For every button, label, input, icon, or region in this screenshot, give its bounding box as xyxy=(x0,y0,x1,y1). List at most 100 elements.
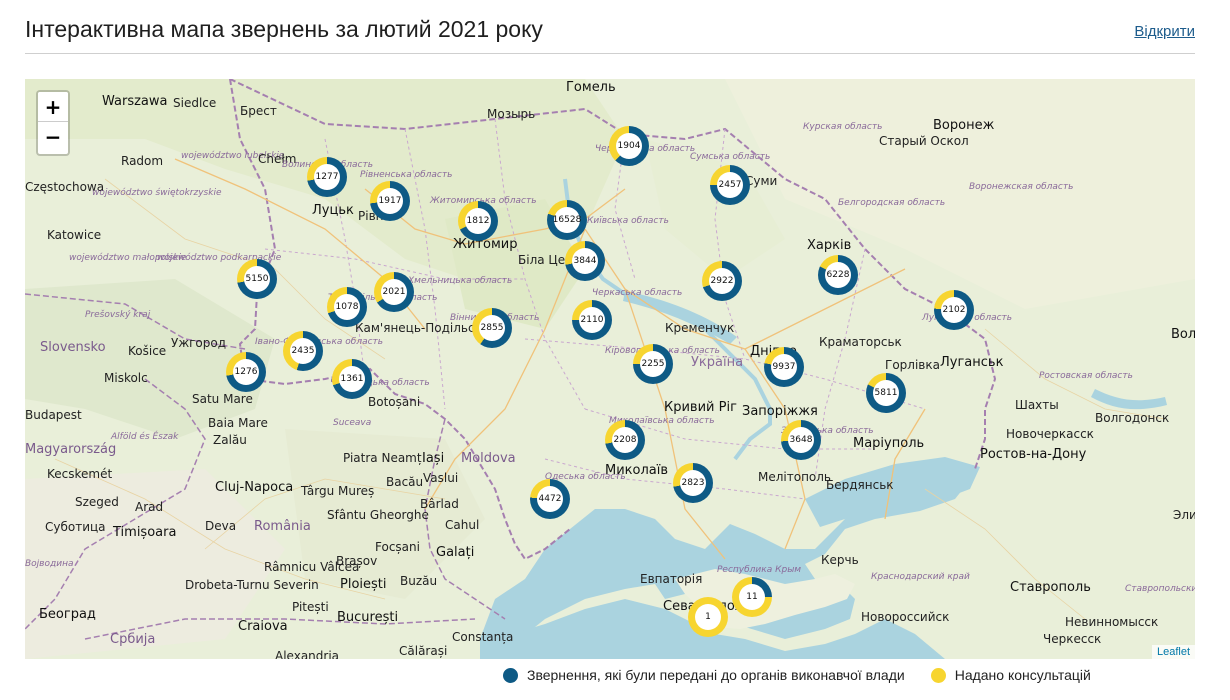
marker-value: 16528 xyxy=(552,215,582,225)
marker-kyivska[interactable]: 16528 xyxy=(547,200,587,240)
marker-donetska[interactable]: 5811 xyxy=(866,373,906,413)
label-satu-mare: Satu Mare xyxy=(192,392,253,406)
marker-sevastopol[interactable]: 1 xyxy=(688,597,728,637)
marker-zaporizka[interactable]: 3648 xyxy=(781,420,821,460)
label-gomel: Гомель xyxy=(566,80,616,95)
marker-cherkaska[interactable]: 2110 xyxy=(572,300,612,340)
marker-kharkivska[interactable]: 6228 xyxy=(818,255,858,295)
marker-luhanska[interactable]: 2102 xyxy=(934,290,974,330)
marker-kyiv-city[interactable]: 3844 xyxy=(565,241,605,281)
map[interactable]: + − Warszawa Siedlce Брест Гомель Мозырь… xyxy=(25,79,1195,659)
marker-khmelnytska[interactable]: 2021 xyxy=(374,272,414,312)
zoom-in-button[interactable]: + xyxy=(38,92,68,122)
label-piatra: Piatra Neamț xyxy=(343,451,422,465)
marker-value: 2021 xyxy=(382,287,406,297)
label-arad: Arad xyxy=(135,500,164,514)
label-siedlce: Siedlce xyxy=(173,96,217,110)
label-novocherkassk: Новочеркасск xyxy=(1006,427,1094,441)
label-brest: Брест xyxy=(240,104,277,118)
marker-sumska[interactable]: 2457 xyxy=(710,165,750,205)
label-constanta: Constanța xyxy=(452,630,514,644)
label-slovensko: Slovensko xyxy=(40,340,106,355)
label-vol: Вол xyxy=(1171,327,1195,342)
label-baia-mare: Baia Mare xyxy=(208,416,268,430)
label-volgodonsk: Волгодонск xyxy=(1095,411,1170,425)
label-kyivska-obl: Київська область xyxy=(587,216,669,226)
page-title: Інтерактивна мапа звернень за лютий 2021… xyxy=(25,16,543,42)
marker-lvivska[interactable]: 5150 xyxy=(237,259,277,299)
marker-dnipropetrovska[interactable]: 9937 xyxy=(764,347,804,387)
label-rostov-obl: Ростовская область xyxy=(1039,371,1133,381)
label-belgorod-obl: Белгородская область xyxy=(838,198,946,208)
marker-value: 9937 xyxy=(772,362,796,372)
label-melitopol: Мелітополь xyxy=(758,470,832,484)
marker-value: 2110 xyxy=(580,315,604,325)
marker-value: 2855 xyxy=(480,323,504,333)
marker-ivano-frankivska[interactable]: 2435 xyxy=(283,331,323,371)
marker-chernivetska[interactable]: 1361 xyxy=(332,359,372,399)
marker-value: 2255 xyxy=(641,359,665,369)
label-voronezh: Воронеж xyxy=(933,118,995,133)
marker-value: 1361 xyxy=(340,374,364,384)
label-miskolc: Miskolc xyxy=(104,371,148,385)
label-staryi-oskol: Старый Оскол xyxy=(879,134,969,148)
label-krasnodar-krai: Краснодарский край xyxy=(871,572,970,582)
label-swietokrzyskie: województwo świętokrzyskie xyxy=(92,188,222,198)
marker-mykolaivska[interactable]: 2208 xyxy=(605,420,645,460)
label-nevinnomyssk: Невинномысск xyxy=(1065,615,1159,629)
marker-poltavska[interactable]: 2922 xyxy=(702,261,742,301)
marker-value: 2208 xyxy=(613,435,637,445)
marker-value: 1276 xyxy=(234,367,258,377)
label-horlivka: Горлівка xyxy=(885,358,940,372)
zoom-control: + − xyxy=(36,90,70,156)
marker-value: 3844 xyxy=(573,256,597,266)
label-sumy-obl: Сумська область xyxy=(690,152,771,162)
marker-value: 5150 xyxy=(245,274,269,284)
marker-zakarpatska[interactable]: 1276 xyxy=(226,352,266,392)
label-bacau: Bacău xyxy=(386,475,424,489)
label-botosani: Botoșani xyxy=(368,395,421,409)
marker-crimea[interactable]: 11 xyxy=(732,577,772,617)
zoom-out-button[interactable]: − xyxy=(38,122,68,152)
marker-vinnytska[interactable]: 2855 xyxy=(472,308,512,348)
marker-rivnenska[interactable]: 1917 xyxy=(370,181,410,221)
marker-value: 1917 xyxy=(378,196,402,206)
label-bucuresti: București xyxy=(337,610,399,625)
label-suceava: Suceava xyxy=(333,418,372,428)
label-pitesti: Pitești xyxy=(292,600,329,614)
label-vaslui: Vaslui xyxy=(423,471,459,485)
label-szeged: Szeged xyxy=(75,495,119,509)
marker-kirovohradska[interactable]: 2255 xyxy=(633,344,673,384)
label-kursk-obl: Курская область xyxy=(803,122,883,132)
marker-odeska[interactable]: 4472 xyxy=(530,479,570,519)
label-khmelnytska-obl: Хмельницька область xyxy=(408,276,513,286)
label-mariupol: Маріуполь xyxy=(853,436,925,451)
marker-value: 5811 xyxy=(874,388,898,398)
marker-chernihivska[interactable]: 1904 xyxy=(609,126,649,166)
label-deva: Deva xyxy=(205,519,237,533)
marker-ternopilska[interactable]: 1078 xyxy=(327,287,367,327)
legend-primary-dot xyxy=(503,667,518,683)
marker-value: 2922 xyxy=(710,276,734,286)
legend-primary-label: Звернення, які були передані до органів … xyxy=(527,667,905,683)
label-craiova: Craiova xyxy=(238,619,288,634)
label-kryvyi-rih: Кривий Ріг xyxy=(664,400,737,415)
label-voronezh-obl: Воронежская область xyxy=(969,182,1074,192)
label-kharkiv: Харків xyxy=(807,238,852,253)
marker-zhytomyrska[interactable]: 1812 xyxy=(458,201,498,241)
leaflet-attribution[interactable]: Leaflet xyxy=(1151,645,1195,659)
legend-secondary-label: Надано консультацій xyxy=(954,667,1091,683)
open-link[interactable]: Відкрити xyxy=(1134,23,1195,40)
marker-value: 1904 xyxy=(617,141,641,151)
label-luhansk: Луганськ xyxy=(940,355,1004,370)
marker-khersonska[interactable]: 2823 xyxy=(673,463,713,503)
label-buzau: Buzău xyxy=(400,574,438,588)
label-stavropol-krai: Ставропольский край xyxy=(1125,584,1195,594)
label-alfold: Alföld és Észak xyxy=(111,432,179,442)
label-kramatorsk: Краматорськ xyxy=(819,335,902,349)
label-kecskemet: Kecskemét xyxy=(47,467,113,481)
marker-volynska[interactable]: 1277 xyxy=(307,157,347,197)
label-ramnicu: Râmnicu Vâlcea xyxy=(264,560,360,574)
label-ukraina: Україна xyxy=(691,355,744,370)
marker-value: 2823 xyxy=(681,478,705,488)
